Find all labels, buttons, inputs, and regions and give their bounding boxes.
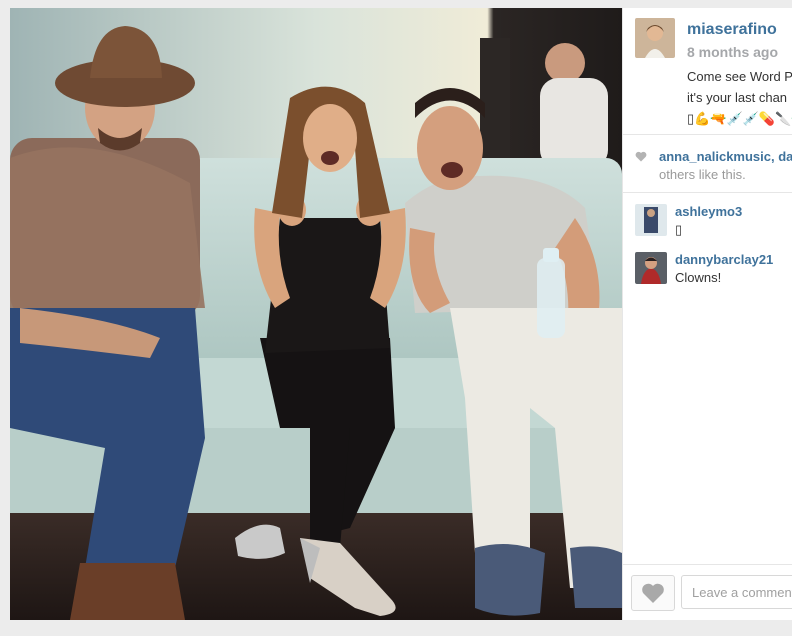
caption-line: it's your last chan [687,90,788,105]
likes-rest: others like this. [659,167,746,182]
owner-avatar[interactable] [635,18,675,58]
likes-names[interactable]: anna_nalickmusic, da [659,148,792,166]
avatar-image [635,18,675,58]
comment-text: ▯ [675,222,683,237]
post-sidebar: miaserafino 8 months ago Come see Word P… [622,8,792,620]
post-header: miaserafino 8 months ago Come see Word P… [635,18,792,138]
owner-username[interactable]: miaserafino [687,21,777,39]
avatar-image [635,252,667,284]
comment-text: Clowns! [675,270,722,285]
photo-illustration [10,8,622,620]
post-viewer: miaserafino 8 months ago Come see Word P… [10,8,792,620]
divider [623,134,792,135]
comment-avatar[interactable] [635,204,667,236]
comment-item: dannybarclay21 Clowns! [635,252,792,292]
heart-icon [642,583,664,603]
heart-small-icon [635,151,647,162]
post-timestamp[interactable]: 8 months ago [687,44,778,60]
caption-line: Come see Word P [687,69,792,84]
comment-footer [623,564,792,620]
divider [623,192,792,193]
comment-username[interactable]: ashleymo3 [675,204,742,219]
post-caption: Come see Word P it's your last chan ▯💪🔫💉… [687,66,792,129]
comment-item: ashleymo3 ▯ [635,204,792,244]
comment-avatar[interactable] [635,252,667,284]
comment-username[interactable]: dannybarclay21 [675,252,773,267]
post-photo[interactable] [10,8,622,620]
avatar-image [635,204,667,236]
caption-line: ▯💪🔫💉💉💊🔪🔫 [687,111,792,126]
comment-input[interactable] [681,575,792,609]
like-button[interactable] [631,575,675,611]
